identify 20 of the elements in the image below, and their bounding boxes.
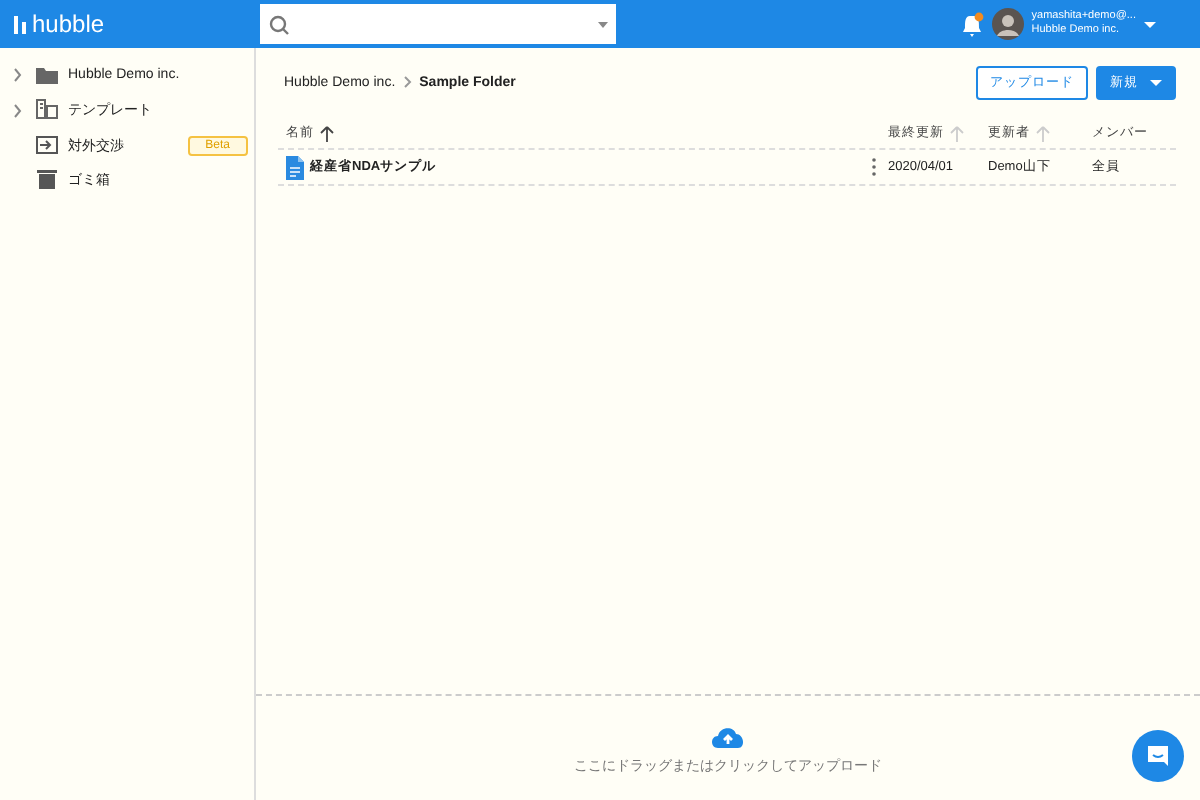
search-field[interactable]: [260, 4, 616, 44]
caret-icon[interactable]: [1144, 21, 1156, 27]
caret-icon: [1150, 79, 1162, 85]
chevron-icon[interactable]: [14, 68, 22, 83]
logo-text: hubble: [32, 10, 105, 38]
avatar[interactable]: [991, 8, 1024, 40]
bell-icon[interactable]: [961, 11, 984, 37]
sign-in-icon: [36, 133, 58, 158]
chat-icon: [1146, 744, 1170, 768]
search-icon: [268, 13, 290, 35]
chevron-icon: [403, 76, 412, 88]
folder-icon: [36, 63, 58, 88]
building-icon: [36, 98, 58, 123]
caret-icon: [598, 21, 608, 27]
chevron-icon[interactable]: [14, 103, 22, 118]
chat-button[interactable]: [1132, 730, 1184, 782]
sort-arrow-icon[interactable]: [320, 125, 334, 141]
document-icon: [286, 155, 304, 179]
logo-icon: [14, 13, 26, 35]
trash-icon: [36, 168, 58, 193]
